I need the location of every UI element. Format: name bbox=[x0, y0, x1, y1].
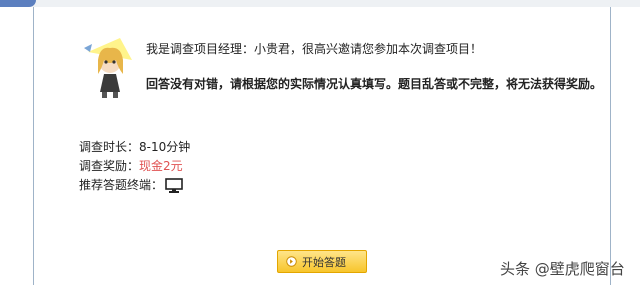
mascot-avatar bbox=[84, 38, 132, 98]
watermark-text: 头条 @壁虎爬窗台 bbox=[500, 260, 625, 278]
top-tab-decoration bbox=[0, 0, 36, 7]
reward-row: 调查奖励：现金2元 bbox=[79, 157, 183, 174]
terminal-label: 推荐答题终端： bbox=[79, 178, 164, 192]
notice-text: 回答没有对错，请根据您的实际情况认真填写。题目乱答或不完整，将无法获得奖励。 bbox=[146, 77, 603, 91]
reward-label: 调查奖励： bbox=[79, 159, 140, 173]
duration-value: 8-10分钟 bbox=[139, 140, 191, 154]
arrow-right-circle-icon bbox=[286, 256, 297, 267]
start-button-label: 开始答题 bbox=[302, 255, 346, 269]
reward-value: 现金2元 bbox=[139, 159, 183, 173]
duration-label: 调查时长： bbox=[79, 140, 140, 154]
greeting-text: 我是调查项目经理：小贵君，很高兴邀请您参加本次调查项目！ bbox=[146, 42, 483, 56]
duration-row: 调查时长：8-10分钟 bbox=[79, 138, 190, 155]
monitor-icon bbox=[165, 177, 183, 193]
start-survey-button[interactable]: 开始答题 bbox=[277, 250, 367, 273]
top-bar bbox=[0, 0, 640, 7]
terminal-row: 推荐答题终端： bbox=[79, 176, 183, 194]
